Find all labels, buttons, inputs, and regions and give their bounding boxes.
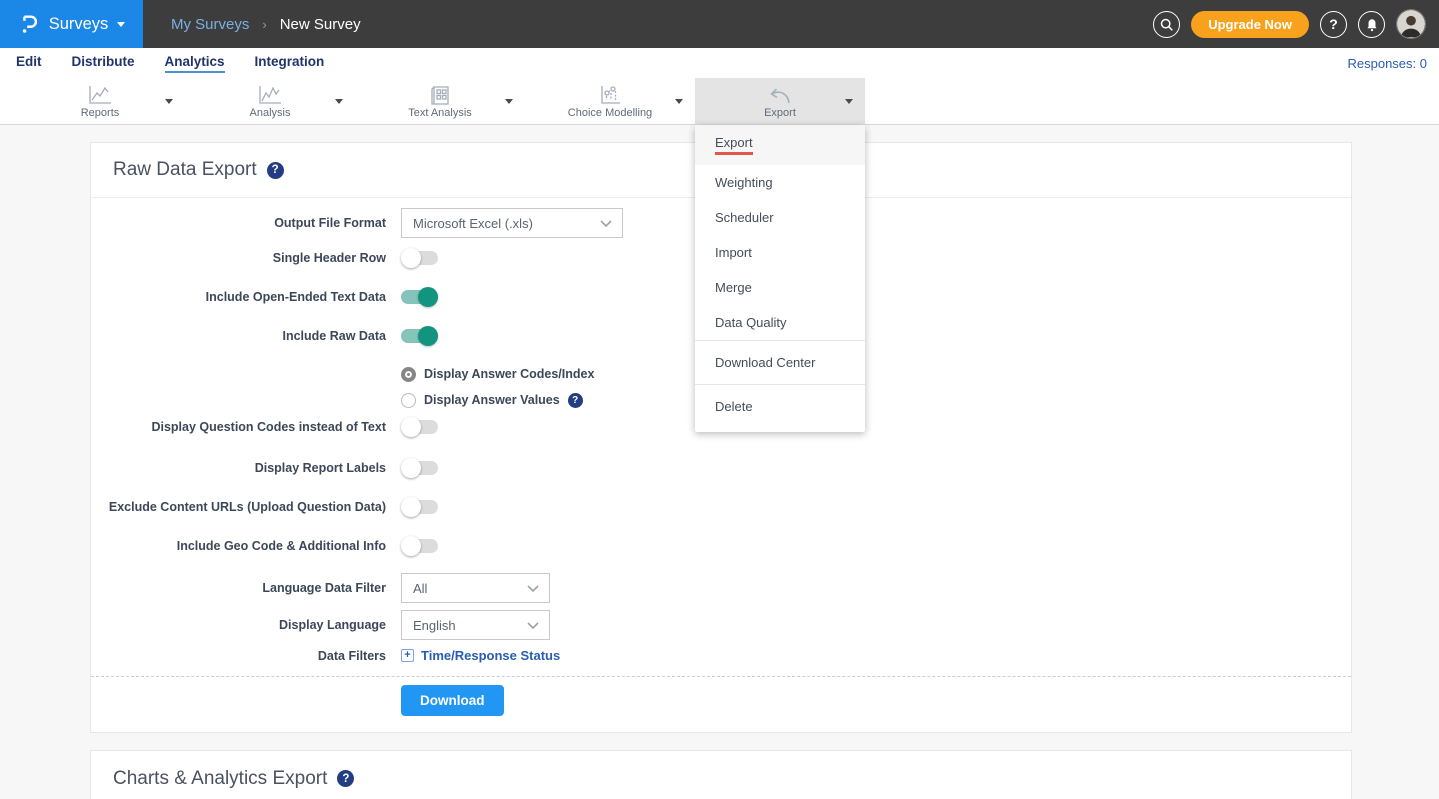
notifications-button[interactable] <box>1358 11 1385 38</box>
menu-item-data-quality[interactable]: Data Quality <box>695 305 865 340</box>
display-language-row: Display Language English <box>91 610 1351 640</box>
analytics-toolbar: Reports Analysis Text Analysis <box>0 78 1439 125</box>
output-file-format-select[interactable]: Microsoft Excel (.xls) <box>401 208 623 238</box>
geo-code-toggle[interactable] <box>401 536 438 556</box>
include-open-ended-toggle[interactable] <box>401 287 438 307</box>
language-data-filter-row: Language Data Filter All <box>91 573 1351 603</box>
chevron-down-icon <box>527 585 539 592</box>
menu-item-merge[interactable]: Merge <box>695 270 865 305</box>
product-switcher[interactable]: Surveys <box>0 0 143 48</box>
survey-section-tabs: Edit Distribute Analytics Integration Re… <box>0 48 1439 78</box>
question-codes-toggle[interactable] <box>401 417 438 437</box>
menu-item-weighting[interactable]: Weighting <box>695 165 865 200</box>
tab-distribute[interactable]: Distribute <box>72 54 135 73</box>
question-icon: ? <box>1329 16 1338 32</box>
search-icon <box>1159 17 1174 32</box>
charts-analytics-help-icon[interactable]: ? <box>337 770 354 787</box>
toolbar-export[interactable]: Export <box>695 78 865 124</box>
tab-edit[interactable]: Edit <box>16 54 42 73</box>
raw-data-export-help-icon[interactable]: ? <box>267 162 284 179</box>
chevron-down-icon <box>117 22 125 27</box>
text-analysis-dropdown-caret[interactable] <box>505 99 513 104</box>
product-name: Surveys <box>49 15 109 34</box>
breadcrumb: My Surveys › New Survey <box>171 16 361 33</box>
toolbar-reports[interactable]: Reports <box>15 78 185 124</box>
bell-icon <box>1365 17 1379 32</box>
display-answer-values-radio[interactable] <box>401 393 416 408</box>
analysis-chart-icon <box>256 84 284 106</box>
answer-values-help-icon[interactable]: ? <box>568 393 583 408</box>
tab-analytics[interactable]: Analytics <box>165 54 225 73</box>
choice-modelling-icon <box>597 84 623 106</box>
menu-item-download-center[interactable]: Download Center <box>695 341 865 384</box>
breadcrumb-my-surveys[interactable]: My Surveys <box>171 16 249 33</box>
plus-icon: + <box>401 649 414 662</box>
exclude-content-urls-row: Exclude Content URLs (Upload Question Da… <box>91 497 1351 517</box>
export-dropdown-caret[interactable] <box>845 99 853 104</box>
panel-title: Raw Data Export <box>113 159 257 181</box>
panel-title: Charts & Analytics Export <box>113 768 327 790</box>
toolbar-analysis[interactable]: Analysis <box>185 78 355 124</box>
exclude-content-urls-toggle[interactable] <box>401 497 438 517</box>
answer-codes-option: Display Answer Codes/Index <box>401 361 1351 387</box>
answer-values-option: Display Answer Values ? <box>401 387 1351 413</box>
report-labels-toggle[interactable] <box>401 458 438 478</box>
menu-item-scheduler[interactable]: Scheduler <box>695 200 865 235</box>
header-actions: Upgrade Now ? <box>1153 9 1439 39</box>
toolbar-text-analysis[interactable]: Text Analysis <box>355 78 525 124</box>
top-header: Surveys My Surveys › New Survey Upgrade … <box>0 0 1439 48</box>
display-answer-codes-radio[interactable] <box>401 367 416 382</box>
language-data-filter-select[interactable]: All <box>401 573 550 603</box>
reports-chart-icon <box>86 84 114 106</box>
download-row: Download <box>91 677 1351 732</box>
export-arrow-icon <box>766 84 794 106</box>
data-filters-row: Data Filters + Time/Response Status <box>91 648 1351 663</box>
single-header-row-toggle[interactable] <box>401 248 438 268</box>
display-language-select[interactable]: English <box>401 610 550 640</box>
help-button[interactable]: ? <box>1320 11 1347 38</box>
questionpro-logo-icon <box>18 13 40 35</box>
responses-count: Responses: 0 <box>1348 56 1428 71</box>
time-response-status-link[interactable]: + Time/Response Status <box>401 648 560 663</box>
menu-item-delete[interactable]: Delete <box>695 385 865 428</box>
geo-code-row: Include Geo Code & Additional Info <box>91 536 1351 556</box>
chevron-down-icon <box>527 622 539 629</box>
reports-dropdown-caret[interactable] <box>165 99 173 104</box>
chevron-down-icon <box>600 220 612 227</box>
breadcrumb-current: New Survey <box>280 16 361 33</box>
avatar[interactable] <box>1396 9 1426 39</box>
breadcrumb-separator-icon: › <box>262 17 266 32</box>
report-labels-row: Display Report Labels <box>91 458 1351 478</box>
download-button[interactable]: Download <box>401 685 504 716</box>
toolbar-choice-modelling[interactable]: Choice Modelling <box>525 78 695 124</box>
choice-modelling-dropdown-caret[interactable] <box>675 99 683 104</box>
tab-integration[interactable]: Integration <box>255 54 325 73</box>
menu-item-import[interactable]: Import <box>695 235 865 270</box>
upgrade-now-button[interactable]: Upgrade Now <box>1191 11 1309 38</box>
include-raw-data-toggle[interactable] <box>401 326 438 346</box>
export-dropdown-menu: Export Weighting Scheduler Import Merge … <box>695 125 865 432</box>
charts-analytics-export-header: Charts & Analytics Export ? <box>91 751 1351 799</box>
menu-item-export[interactable]: Export <box>695 125 865 165</box>
text-analysis-icon <box>428 84 452 106</box>
user-photo <box>1397 10 1425 38</box>
charts-analytics-export-panel: Charts & Analytics Export ? <box>90 750 1352 799</box>
analysis-dropdown-caret[interactable] <box>335 99 343 104</box>
search-button[interactable] <box>1153 11 1180 38</box>
